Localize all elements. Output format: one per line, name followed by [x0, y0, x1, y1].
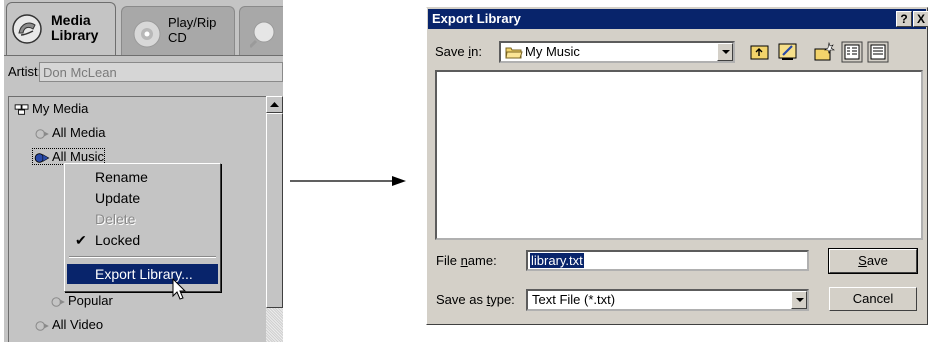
menu-item-locked[interactable]: ✔ Locked: [67, 230, 218, 250]
save-as-type-label: Save as type:: [436, 292, 515, 307]
save-in-value: My Music: [525, 44, 580, 59]
flow-arrow: [290, 176, 406, 186]
desktop-icon[interactable]: [777, 41, 799, 63]
details-view-icon[interactable]: [867, 41, 889, 63]
artist-label: Artist:: [8, 64, 42, 79]
media-library-pane: Media Library Play/Rip CD I I Artist: Do…: [4, 0, 283, 342]
save-in-dropdown-arrow[interactable]: [717, 43, 733, 61]
tree-item-all-media[interactable]: All Media: [33, 125, 105, 140]
menu-label-update: Update: [95, 190, 141, 206]
media-icon: [35, 128, 49, 139]
tree-item-my-media[interactable]: My Media: [13, 101, 88, 116]
menu-separator: [69, 256, 216, 258]
music-icon: [34, 152, 50, 163]
media-icon: [51, 296, 65, 307]
menu-label-rename: Rename: [95, 169, 148, 185]
search-icon: [250, 21, 275, 49]
tab-media-library-line1: Media: [51, 12, 91, 28]
media-library-icon: [12, 14, 42, 44]
tree-item-all-music[interactable]: All Music: [31, 148, 106, 165]
folder-icon: [505, 47, 523, 59]
tree-label-my-media: My Media: [32, 101, 89, 116]
tab-search[interactable]: I I: [239, 6, 283, 55]
title-bar: Export Library ? X: [428, 9, 928, 29]
file-name-label: File name:: [436, 253, 497, 268]
tree-label-popular: Popular: [68, 293, 113, 308]
file-name-value: library.txt: [530, 253, 584, 268]
mouse-pointer-icon: [172, 278, 187, 300]
menu-label-delete: Delete: [95, 211, 136, 227]
new-folder-icon[interactable]: [813, 41, 835, 63]
menu-item-update[interactable]: Update: [67, 188, 218, 208]
export-library-dialog: Export Library ? X Save in: My Music Fil…: [426, 7, 928, 325]
cd-icon: [133, 20, 161, 48]
list-view-icon[interactable]: [841, 41, 863, 63]
scroll-up-button[interactable]: [266, 96, 283, 113]
file-list[interactable]: [435, 70, 923, 240]
save-button[interactable]: Save: [828, 248, 918, 274]
save-in-label: Save in:: [435, 44, 482, 59]
my-media-icon: [14, 103, 29, 115]
check-icon: ✔: [75, 232, 87, 248]
menu-label-locked: Locked: [95, 232, 141, 248]
tree-label-all-music: All Music: [52, 149, 105, 164]
tree-item-popular[interactable]: Popular: [49, 293, 113, 308]
up-folder-icon[interactable]: [749, 41, 771, 63]
media-icon: [35, 320, 49, 331]
context-menu: Rename Update Delete ✔ Locked Export Lib…: [64, 163, 221, 292]
tab-play-rip-cd[interactable]: Play/Rip CD: [121, 6, 235, 55]
help-button[interactable]: ?: [896, 11, 912, 27]
tab-media-library-line2: Library: [51, 27, 99, 43]
tree-item-all-video[interactable]: All Video: [33, 317, 103, 332]
file-name-input[interactable]: library.txt: [526, 250, 809, 271]
tab-divider: [4, 55, 283, 56]
close-button[interactable]: X: [913, 11, 928, 27]
tree-scrollbar[interactable]: [266, 96, 283, 342]
save-as-type-value: Text File (*.txt): [532, 292, 616, 307]
tab-play-rip-line1: Play/Rip: [168, 15, 217, 30]
up-arrow-icon: [270, 102, 279, 107]
dialog-title: Export Library: [432, 11, 521, 26]
artist-field[interactable]: Don McLean: [39, 62, 283, 82]
scroll-thumb[interactable]: [266, 113, 283, 308]
save-as-type-dropdown[interactable]: Text File (*.txt): [526, 289, 809, 311]
tab-media-library[interactable]: Media Library: [6, 2, 116, 55]
save-as-type-dropdown-arrow[interactable]: [791, 291, 807, 309]
menu-item-export-library[interactable]: Export Library...: [67, 264, 218, 284]
menu-item-delete: Delete: [67, 209, 218, 229]
cancel-button[interactable]: Cancel: [829, 287, 917, 311]
menu-item-rename[interactable]: Rename: [67, 167, 218, 187]
save-in-dropdown[interactable]: My Music: [499, 41, 735, 63]
tree-label-all-media: All Media: [52, 125, 106, 140]
tab-play-rip-line2: CD: [168, 30, 187, 45]
tree-label-all-video: All Video: [52, 317, 104, 332]
